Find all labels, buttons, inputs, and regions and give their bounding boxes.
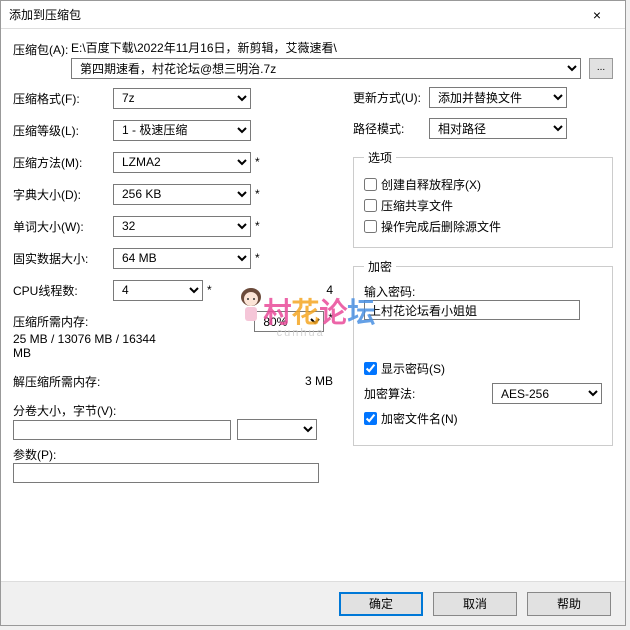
method-label: 压缩方法(M):	[13, 154, 113, 171]
delete-label: 操作完成后删除源文件	[381, 218, 501, 235]
level-select[interactable]: 1 - 极速压缩	[113, 120, 251, 141]
right-column: 更新方式(U): 添加并替换文件 路径模式: 相对路径 选项 创建自释放程序(X…	[353, 87, 613, 483]
star-icon: *	[328, 311, 333, 325]
cpu-label: CPU线程数:	[13, 282, 113, 299]
split-size-input[interactable]	[13, 420, 231, 440]
share-checkbox[interactable]	[364, 199, 377, 212]
mem-decompress-label: 解压缩所需内存:	[13, 373, 153, 390]
options-legend: 选项	[364, 149, 396, 166]
delete-checkbox[interactable]	[364, 220, 377, 233]
archive-path: E:\百度下载\2022年11月16日，新剪辑，艾薇速看\	[71, 39, 613, 56]
format-select[interactable]: 7z	[113, 88, 251, 109]
encryption-fieldset: 加密 输入密码: 显示密码(S) 加密算法: AES-256 加密文件名(N)	[353, 258, 613, 446]
button-bar: 确定 取消 帮助	[1, 581, 625, 625]
password-input[interactable]	[364, 300, 580, 320]
star-icon: *	[255, 219, 260, 233]
encrypt-names-label: 加密文件名(N)	[381, 410, 458, 427]
sfx-label: 创建自释放程序(X)	[381, 176, 481, 193]
mem-compress-value: 25 MB / 13076 MB / 16344 MB	[13, 332, 173, 360]
window-title: 添加到压缩包	[9, 6, 577, 23]
star-icon: *	[255, 187, 260, 201]
help-button[interactable]: 帮助	[527, 592, 611, 616]
encrypt-names-row[interactable]: 加密文件名(N)	[364, 410, 602, 427]
mem-decompress-value: 3 MB	[305, 374, 333, 388]
cpu-max: 4	[326, 283, 333, 297]
archive-row: 压缩包(A): E:\百度下载\2022年11月16日，新剪辑，艾薇速看\ 第四…	[13, 39, 613, 79]
param-label: 参数(P):	[13, 446, 333, 463]
share-label: 压缩共享文件	[381, 197, 453, 214]
update-select[interactable]: 添加并替换文件	[429, 87, 567, 108]
dialog-window: 添加到压缩包 × 压缩包(A): E:\百度下载\2022年11月16日，新剪辑…	[0, 0, 626, 626]
browse-button[interactable]: ...	[589, 58, 613, 79]
password-label: 输入密码:	[364, 283, 602, 300]
algo-label: 加密算法:	[364, 385, 430, 402]
star-icon: *	[255, 251, 260, 265]
cancel-button[interactable]: 取消	[433, 592, 517, 616]
close-icon[interactable]: ×	[577, 7, 617, 23]
sfx-checkbox[interactable]	[364, 178, 377, 191]
mem-percent-select[interactable]: 80%	[254, 311, 324, 332]
update-label: 更新方式(U):	[353, 89, 429, 106]
options-fieldset: 选项 创建自释放程序(X) 压缩共享文件 操作完成后删除源文件	[353, 149, 613, 248]
word-label: 单词大小(W):	[13, 218, 113, 235]
algo-select[interactable]: AES-256	[492, 383, 602, 404]
split-unit-select[interactable]	[237, 419, 317, 440]
titlebar: 添加到压缩包 ×	[1, 1, 625, 29]
path-mode-select[interactable]: 相对路径	[429, 118, 567, 139]
archive-label: 压缩包(A):	[13, 39, 71, 58]
left-column: 压缩格式(F): 7z 压缩等级(L): 1 - 极速压缩 压缩方法(M): L…	[13, 87, 333, 483]
level-label: 压缩等级(L):	[13, 122, 113, 139]
encryption-legend: 加密	[364, 258, 396, 275]
cpu-select[interactable]: 4	[113, 280, 203, 301]
ok-button[interactable]: 确定	[339, 592, 423, 616]
format-label: 压缩格式(F):	[13, 90, 113, 107]
dict-label: 字典大小(D):	[13, 186, 113, 203]
split-label: 分卷大小，字节(V):	[13, 402, 333, 419]
solid-label: 固实数据大小:	[13, 250, 113, 267]
param-input[interactable]	[13, 463, 319, 483]
show-password-label: 显示密码(S)	[381, 360, 445, 377]
star-icon: *	[207, 283, 212, 297]
method-select[interactable]: LZMA2	[113, 152, 251, 173]
encrypt-names-checkbox[interactable]	[364, 412, 377, 425]
word-select[interactable]: 32	[113, 216, 251, 237]
mem-compress-label: 压缩所需内存:	[13, 313, 173, 330]
solid-select[interactable]: 64 MB	[113, 248, 251, 269]
share-checkbox-row[interactable]: 压缩共享文件	[364, 197, 602, 214]
archive-filename-select[interactable]: 第四期速看，村花论坛@想三明治.7z	[71, 58, 581, 79]
star-icon: *	[255, 155, 260, 169]
show-password-checkbox[interactable]	[364, 362, 377, 375]
sfx-checkbox-row[interactable]: 创建自释放程序(X)	[364, 176, 602, 193]
content-area: 压缩包(A): E:\百度下载\2022年11月16日，新剪辑，艾薇速看\ 第四…	[1, 29, 625, 493]
dict-select[interactable]: 256 KB	[113, 184, 251, 205]
delete-checkbox-row[interactable]: 操作完成后删除源文件	[364, 218, 602, 235]
show-password-row[interactable]: 显示密码(S)	[364, 360, 602, 377]
path-mode-label: 路径模式:	[353, 120, 429, 137]
